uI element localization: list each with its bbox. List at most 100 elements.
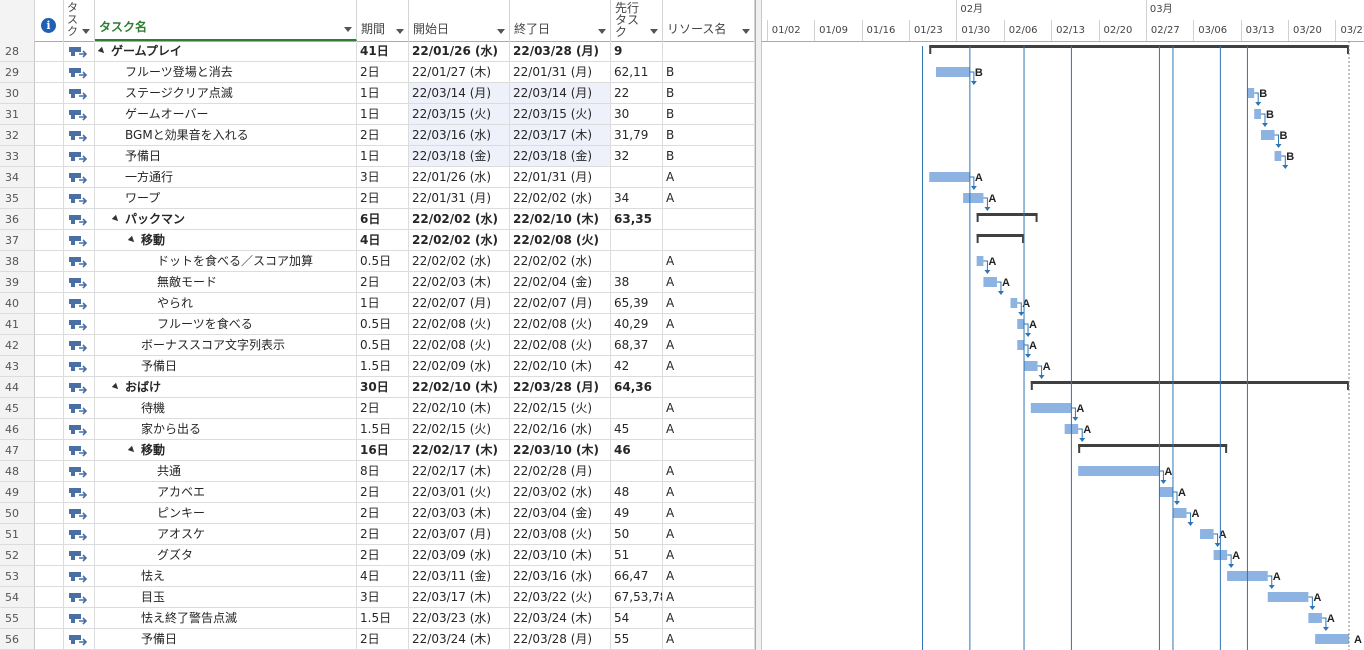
task-bar[interactable] <box>936 67 970 77</box>
task-mode-cell[interactable] <box>64 41 95 62</box>
row-number-header[interactable] <box>0 0 35 41</box>
task-mode-cell[interactable] <box>64 545 95 566</box>
task-bar[interactable] <box>1172 508 1187 518</box>
table-row[interactable]: 36 パックマン 6日 22/02/02 (水) 22/02/10 (木) 63,35 <box>0 209 755 230</box>
resource-cell[interactable]: A <box>663 524 755 545</box>
task-mode-cell[interactable] <box>64 62 95 83</box>
row-number[interactable]: 53 <box>0 566 35 587</box>
task-name-cell[interactable]: 移動 <box>95 230 357 251</box>
collapse-triangle-icon[interactable] <box>127 235 137 244</box>
row-number[interactable]: 29 <box>0 62 35 83</box>
finish-cell[interactable]: 22/03/18 (金) <box>510 146 611 167</box>
task-mode-cell[interactable] <box>64 356 95 377</box>
task-name-cell[interactable]: 怯え終了警告点滅 <box>95 608 357 629</box>
predecessors-cell[interactable]: 38 <box>611 272 663 293</box>
summary-bar-start[interactable] <box>1078 444 1081 453</box>
resource-cell[interactable]: A <box>663 629 755 650</box>
duration-cell[interactable]: 0.5日 <box>357 314 409 335</box>
summary-bar-start[interactable] <box>976 234 979 243</box>
table-row[interactable]: 52 グズタ 2日 22/03/09 (水) 22/03/10 (木) 51 A <box>0 545 755 566</box>
start-cell[interactable]: 22/02/07 (月) <box>409 293 510 314</box>
column-header-name[interactable]: タスク名 <box>95 0 357 41</box>
task-name-cell[interactable]: 待機 <box>95 398 357 419</box>
table-row[interactable]: 53 怯え 4日 22/03/11 (金) 22/03/16 (水) 66,47 A <box>0 566 755 587</box>
resource-cell[interactable]: A <box>663 398 755 419</box>
table-row[interactable]: 30 ステージクリア点滅 1日 22/03/14 (月) 22/03/14 (月) 22 B <box>0 83 755 104</box>
duration-cell[interactable]: 0.5日 <box>357 251 409 272</box>
duration-cell[interactable]: 4日 <box>357 566 409 587</box>
task-bar[interactable] <box>1254 109 1261 119</box>
finish-cell[interactable]: 22/03/17 (木) <box>510 125 611 146</box>
task-name-cell[interactable]: ゲームプレイ <box>95 41 357 62</box>
row-number[interactable]: 38 <box>0 251 35 272</box>
finish-cell[interactable]: 22/03/10 (木) <box>510 545 611 566</box>
collapse-triangle-icon[interactable] <box>127 445 137 454</box>
task-bar[interactable] <box>1308 613 1322 623</box>
duration-cell[interactable]: 2日 <box>357 503 409 524</box>
finish-cell[interactable]: 22/03/22 (火) <box>510 587 611 608</box>
finish-cell[interactable]: 22/03/28 (月) <box>510 41 611 62</box>
finish-cell[interactable]: 22/02/08 (火) <box>510 314 611 335</box>
task-name-cell[interactable]: 目玉 <box>95 587 357 608</box>
task-name-cell[interactable]: ワープ <box>95 188 357 209</box>
finish-cell[interactable]: 22/02/10 (木) <box>510 209 611 230</box>
start-cell[interactable]: 22/03/15 (火) <box>409 104 510 125</box>
table-row[interactable]: 42 ボーナススコア文字列表示 0.5日 22/02/08 (火) 22/02/08 (… <box>0 335 755 356</box>
duration-cell[interactable]: 2日 <box>357 62 409 83</box>
finish-cell[interactable]: 22/03/28 (月) <box>510 377 611 398</box>
task-bar[interactable] <box>1247 88 1255 98</box>
row-number[interactable]: 50 <box>0 503 35 524</box>
resource-cell[interactable]: B <box>663 104 755 125</box>
row-number[interactable]: 52 <box>0 545 35 566</box>
table-row[interactable]: 28 ゲームプレイ 41日 22/01/26 (水) 22/03/28 (月) 9 <box>0 41 755 62</box>
resource-cell[interactable]: B <box>663 125 755 146</box>
finish-cell[interactable]: 22/02/28 (月) <box>510 461 611 482</box>
predecessors-cell[interactable]: 63,35 <box>611 209 663 230</box>
summary-bar-start[interactable] <box>1030 381 1033 390</box>
predecessors-cell[interactable]: 9 <box>611 41 663 62</box>
finish-cell[interactable]: 22/02/16 (水) <box>510 419 611 440</box>
row-number[interactable]: 36 <box>0 209 35 230</box>
finish-cell[interactable]: 22/02/08 (火) <box>510 230 611 251</box>
duration-cell[interactable]: 1.5日 <box>357 608 409 629</box>
column-header-duration[interactable]: 期間 <box>357 0 409 41</box>
task-name-cell[interactable]: おばけ <box>95 377 357 398</box>
task-name-cell[interactable]: 一方通行 <box>95 167 357 188</box>
finish-cell[interactable]: 22/02/08 (火) <box>510 335 611 356</box>
column-header-finish[interactable]: 終了日 <box>510 0 611 41</box>
resource-cell[interactable] <box>663 230 755 251</box>
start-cell[interactable]: 22/03/17 (木) <box>409 587 510 608</box>
row-number[interactable]: 49 <box>0 482 35 503</box>
predecessors-cell[interactable]: 54 <box>611 608 663 629</box>
summary-bar-end[interactable] <box>1225 444 1228 453</box>
row-number[interactable]: 48 <box>0 461 35 482</box>
finish-cell[interactable]: 22/02/15 (火) <box>510 398 611 419</box>
task-mode-cell[interactable] <box>64 272 95 293</box>
chevron-down-icon[interactable] <box>82 29 90 34</box>
duration-cell[interactable]: 8日 <box>357 461 409 482</box>
predecessors-cell[interactable]: 68,37 <box>611 335 663 356</box>
table-row[interactable]: 37 移動 4日 22/02/02 (水) 22/02/08 (火) <box>0 230 755 251</box>
table-row[interactable]: 35 ワープ 2日 22/01/31 (月) 22/02/02 (水) 34 A <box>0 188 755 209</box>
finish-cell[interactable]: 22/02/07 (月) <box>510 293 611 314</box>
finish-cell[interactable]: 22/03/16 (水) <box>510 566 611 587</box>
resource-cell[interactable]: B <box>663 83 755 104</box>
task-name-cell[interactable]: アオスケ <box>95 524 357 545</box>
duration-cell[interactable]: 2日 <box>357 545 409 566</box>
resource-cell[interactable]: A <box>663 356 755 377</box>
task-name-cell[interactable]: フルーツ登場と消去 <box>95 62 357 83</box>
predecessors-cell[interactable]: 51 <box>611 545 663 566</box>
chevron-down-icon[interactable] <box>650 29 658 34</box>
summary-bar-start[interactable] <box>976 213 979 222</box>
finish-cell[interactable]: 22/03/10 (木) <box>510 440 611 461</box>
finish-cell[interactable]: 22/03/24 (木) <box>510 608 611 629</box>
resource-cell[interactable]: A <box>663 545 755 566</box>
task-bar[interactable] <box>1267 592 1309 602</box>
finish-cell[interactable]: 22/02/02 (水) <box>510 251 611 272</box>
predecessors-cell[interactable]: 66,47 <box>611 566 663 587</box>
predecessors-cell[interactable] <box>611 230 663 251</box>
table-row[interactable]: 44 おばけ 30日 22/02/10 (木) 22/03/28 (月) 64,36 <box>0 377 755 398</box>
table-row[interactable]: 51 アオスケ 2日 22/03/07 (月) 22/03/08 (火) 50 A <box>0 524 755 545</box>
duration-cell[interactable]: 1日 <box>357 146 409 167</box>
resource-cell[interactable] <box>663 377 755 398</box>
